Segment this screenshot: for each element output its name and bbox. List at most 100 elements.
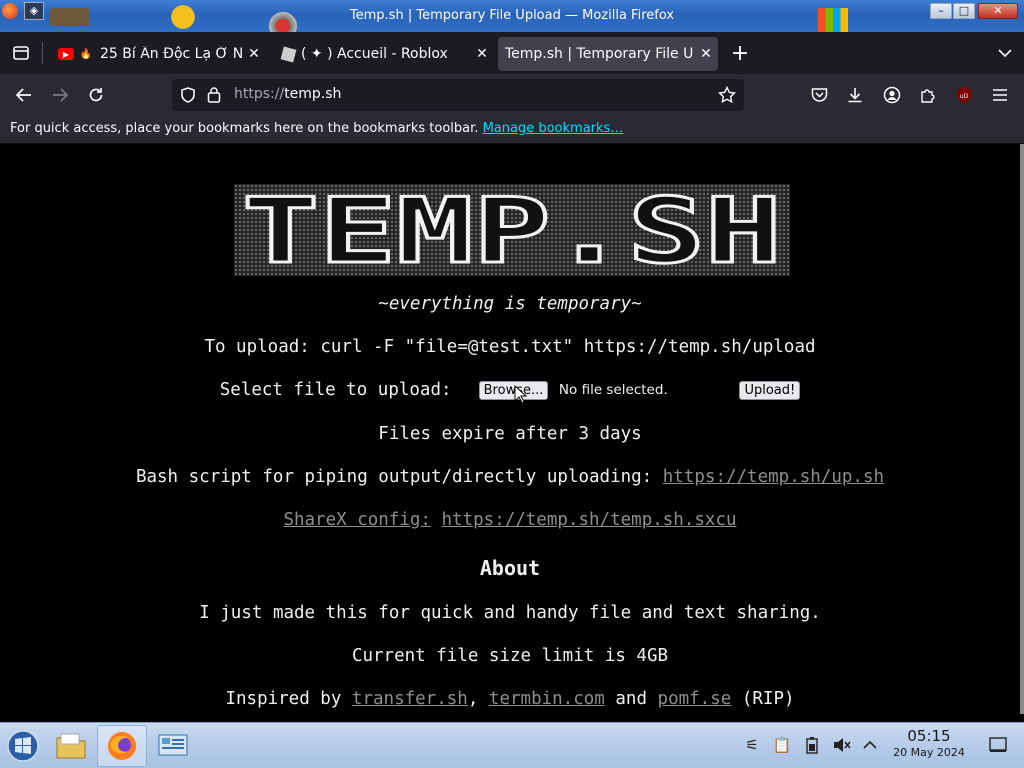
svg-text:uD: uD (960, 93, 969, 100)
sharex-line: ShareX config: https://temp.sh/temp.sh.s… (0, 510, 1020, 530)
tray-network[interactable]: ⚟ (742, 735, 762, 755)
taskbar-control-panel[interactable] (150, 725, 196, 767)
back-button[interactable] (9, 80, 39, 110)
pomf-link[interactable]: pomf.se (658, 689, 732, 709)
bash-script-label: Bash script for piping output/directly u… (135, 467, 653, 487)
account-button[interactable] (877, 80, 907, 110)
firefox-view-button[interactable] (6, 38, 36, 68)
arrow-right-icon (53, 88, 68, 102)
download-icon (848, 88, 862, 103)
upload-form: Select file to upload: Browse... No file… (0, 380, 1020, 400)
window-titlebar: ◈ Temp.sh | Temporary File Upload — Mozi… (0, 0, 1024, 32)
tab-tempsh[interactable]: Temp.sh | Temporary File Up ✕ (498, 37, 718, 71)
start-orb-icon (7, 730, 39, 762)
mouse-cursor-icon (514, 385, 528, 404)
close-tab-icon[interactable]: ✕ (470, 46, 494, 62)
network-icon: ⚟ (745, 736, 759, 754)
taskbar-firefox[interactable] (97, 725, 147, 767)
taskbar-clock[interactable]: 05:15 20 May 2024 (884, 727, 974, 759)
volume-muted-icon (834, 738, 851, 752)
manage-bookmarks-link[interactable]: Manage bookmarks… (483, 121, 624, 136)
downloads-button[interactable] (840, 80, 870, 110)
bookmarks-toolbar: For quick access, place your bookmarks h… (0, 116, 1024, 144)
navigation-toolbar: https://temp.sh uD (0, 74, 1024, 116)
app-menu-button[interactable] (985, 80, 1015, 110)
youtube-icon: ▶ (58, 48, 74, 60)
tab-label: Temp.sh | Temporary File Up (505, 46, 694, 62)
select-file-label: Select file to upload: (219, 380, 452, 400)
maximize-button[interactable]: □ (953, 3, 975, 19)
forward-button[interactable] (45, 80, 75, 110)
battery-icon (806, 737, 818, 754)
termbin-link[interactable]: termbin.com (489, 689, 605, 709)
page-scrollbar[interactable] (1020, 144, 1024, 714)
transfer-sh-link[interactable]: transfer.sh (352, 689, 468, 709)
show-desktop-icon (989, 737, 1007, 752)
clock-date: 20 May 2024 (893, 746, 965, 759)
show-desktop-button[interactable] (988, 735, 1008, 755)
url-host: temp.sh (284, 86, 342, 102)
ublock-button[interactable]: uD (949, 80, 979, 110)
upload-button[interactable]: Upload! (739, 380, 801, 400)
page-content: TEMP.SH ~everything is temporary~ To upl… (0, 144, 1024, 722)
url-protocol: https:// (234, 86, 285, 102)
sharex-file-link[interactable]: https://temp.sh/temp.sh.sxcu (442, 510, 737, 530)
about-text: I just made this for quick and handy fil… (199, 603, 821, 623)
tab-label: ( ✦ ) Accueil - Roblox (301, 46, 448, 62)
puzzle-icon (921, 89, 935, 103)
inspired-by-line: Inspired by transfer.sh, termbin.com and… (0, 689, 1020, 709)
reload-icon (89, 88, 103, 102)
arrow-left-icon (16, 88, 31, 102)
inspired-prefix: Inspired by (225, 689, 342, 709)
taskbar-file-manager[interactable] (48, 725, 94, 767)
tab-roblox[interactable]: ( ✦ ) Accueil - Roblox ✕ (270, 37, 494, 71)
roblox-icon (280, 46, 297, 62)
window-title: Temp.sh | Temporary File Upload — Mozill… (349, 8, 675, 23)
extensions-button[interactable] (913, 80, 943, 110)
close-tab-icon[interactable]: ✕ (242, 46, 266, 62)
list-tabs-button[interactable] (990, 38, 1020, 68)
tray-expand[interactable] (860, 735, 880, 755)
sharex-config-link[interactable]: ShareX config: (283, 510, 431, 530)
folder-icon (56, 733, 86, 759)
hamburger-menu-icon (993, 89, 1007, 101)
plus-icon: + (730, 40, 750, 66)
control-panel-icon (158, 734, 188, 756)
bash-script-link[interactable]: https://temp.sh/up.sh (663, 467, 884, 487)
about-heading: About (479, 556, 541, 580)
new-tab-button[interactable]: + (725, 38, 755, 68)
logo-text: TEMP.SH (242, 184, 782, 276)
tab-label: 25 Bí Ẩn Độc Lạ Ở Nư (100, 46, 242, 62)
logo-graphic: TEMP.SH (241, 184, 784, 276)
tray-clipboard[interactable]: 📋 (772, 735, 792, 755)
minimize-button[interactable]: – (930, 3, 952, 19)
inspired-suffix: (RIP) (741, 689, 795, 709)
bookmark-star-icon[interactable] (718, 86, 736, 104)
pocket-button[interactable] (804, 80, 834, 110)
start-button[interactable] (0, 725, 46, 767)
lock-icon[interactable] (207, 86, 221, 103)
url-bar[interactable]: https://temp.sh (172, 79, 744, 111)
tray-volume[interactable] (832, 735, 852, 755)
tab-separator (42, 42, 43, 64)
clipboard-icon: 📋 (772, 736, 792, 754)
fire-icon: 🔥 (79, 48, 93, 60)
tray-battery[interactable] (802, 735, 822, 755)
shield-icon[interactable] (180, 87, 196, 103)
tab-strip: ▶ 🔥 25 Bí Ẩn Độc Lạ Ở Nư ✕ ( ✦ ) Accueil… (0, 32, 1024, 74)
ublock-origin-icon: uD (957, 87, 971, 103)
taskbar: ⚟ 📋 05:15 20 May 2024 (0, 722, 1024, 768)
expire-notice: Files expire after 3 days (378, 424, 642, 444)
reload-button[interactable] (81, 80, 111, 110)
pocket-icon (811, 88, 827, 102)
close-tab-icon[interactable]: ✕ (694, 46, 718, 62)
chevron-up-icon (863, 740, 877, 749)
firefox-icon (108, 732, 136, 760)
tagline: ~everything is temporary~ (378, 294, 642, 314)
upload-command: To upload: curl -F "file=@test.txt" http… (204, 337, 816, 357)
close-window-button[interactable]: ✕ (978, 3, 1018, 19)
url-text[interactable]: https://temp.sh (234, 86, 341, 102)
bash-script-line: Bash script for piping output/directly u… (0, 467, 1020, 487)
tab-youtube[interactable]: ▶ 🔥 25 Bí Ẩn Độc Lạ Ở Nư ✕ (46, 37, 266, 71)
tempsh-logo: TEMP.SH (234, 184, 790, 276)
